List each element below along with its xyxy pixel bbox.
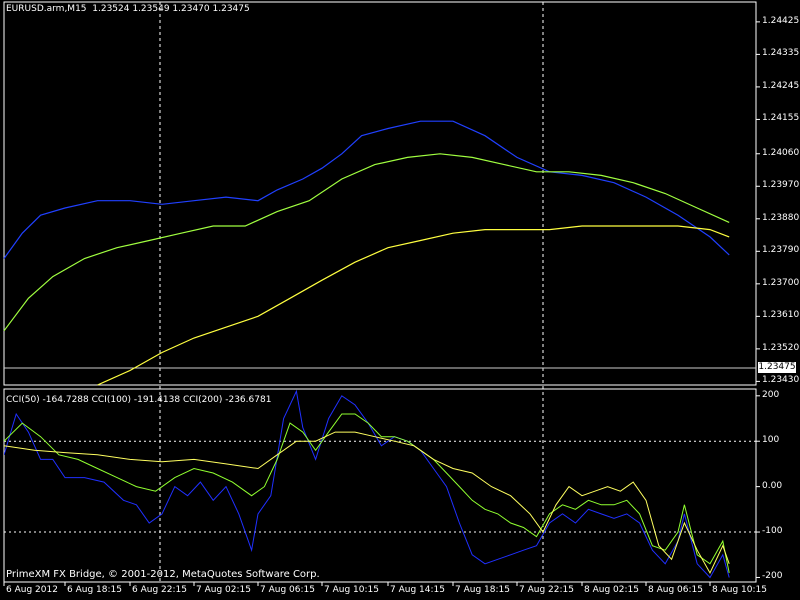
cci50-line bbox=[4, 389, 730, 579]
x-tick-label: 7 Aug 02:15 bbox=[196, 585, 251, 595]
cci-header: CCI(50) -164.7288 CCI(100) -191.4138 CCI… bbox=[6, 395, 272, 405]
x-tick-label: 6 Aug 18:15 bbox=[67, 585, 122, 595]
y-tick-label: 0.00 bbox=[762, 480, 783, 491]
x-tick-label: 7 Aug 18:15 bbox=[455, 585, 510, 595]
y-tick-label: -200 bbox=[762, 571, 783, 582]
middle-band-line bbox=[3, 153, 730, 332]
x-tick-label: 7 Aug 14:15 bbox=[390, 585, 445, 595]
y-tick-label: 1.23700 bbox=[762, 277, 800, 288]
y-tick-label: 1.23430 bbox=[762, 375, 800, 386]
x-tick-label: 7 Aug 22:15 bbox=[519, 585, 574, 595]
symbol-label: EURUSD.arm,M15 bbox=[6, 4, 87, 14]
x-tick-label: 6 Aug 22:15 bbox=[132, 585, 187, 595]
y-tick-label: 1.24155 bbox=[762, 113, 800, 124]
y-tick-label: -100 bbox=[762, 526, 783, 537]
chart-canvas[interactable] bbox=[0, 0, 800, 600]
y-tick-label: 200 bbox=[762, 389, 780, 400]
x-tick-label: 8 Aug 02:15 bbox=[584, 585, 639, 595]
price-pane-frame bbox=[3, 1, 757, 386]
x-tick-label: 8 Aug 10:15 bbox=[712, 585, 767, 595]
y-tick-label: 1.23790 bbox=[762, 245, 800, 256]
y-tick-label: 1.23880 bbox=[762, 212, 800, 223]
current-price-tag: 1.23475 bbox=[758, 362, 796, 373]
x-tick-label: 7 Aug 06:15 bbox=[260, 585, 315, 595]
x-tick-label: 6 Aug 2012 bbox=[6, 585, 58, 595]
y-tick-label: 1.24425 bbox=[762, 15, 800, 26]
y-tick-label: 1.23970 bbox=[762, 180, 800, 191]
lower-band-line bbox=[97, 225, 730, 386]
copyright-footer: PrimeXM FX Bridge, © 2001-2012, MetaQuot… bbox=[6, 569, 320, 580]
y-tick-label: 100 bbox=[762, 435, 780, 446]
y-tick-label: 1.23610 bbox=[762, 310, 800, 321]
y-tick-label: 1.23520 bbox=[762, 342, 800, 353]
y-tick-label: 1.24335 bbox=[762, 48, 800, 59]
ohlc-label: 1.23524 1.23549 1.23470 1.23475 bbox=[92, 4, 250, 14]
x-tick-label: 7 Aug 10:15 bbox=[324, 585, 379, 595]
y-tick-label: 1.24060 bbox=[762, 147, 800, 158]
y-tick-label: 1.24245 bbox=[762, 80, 800, 91]
price-header: EURUSD.arm,M15 1.23524 1.23549 1.23470 1… bbox=[6, 4, 250, 14]
cci100-line bbox=[4, 413, 730, 573]
x-tick-label: 8 Aug 06:15 bbox=[648, 585, 703, 595]
cci-pane-frame bbox=[3, 388, 757, 583]
upper-band-line bbox=[3, 120, 730, 259]
